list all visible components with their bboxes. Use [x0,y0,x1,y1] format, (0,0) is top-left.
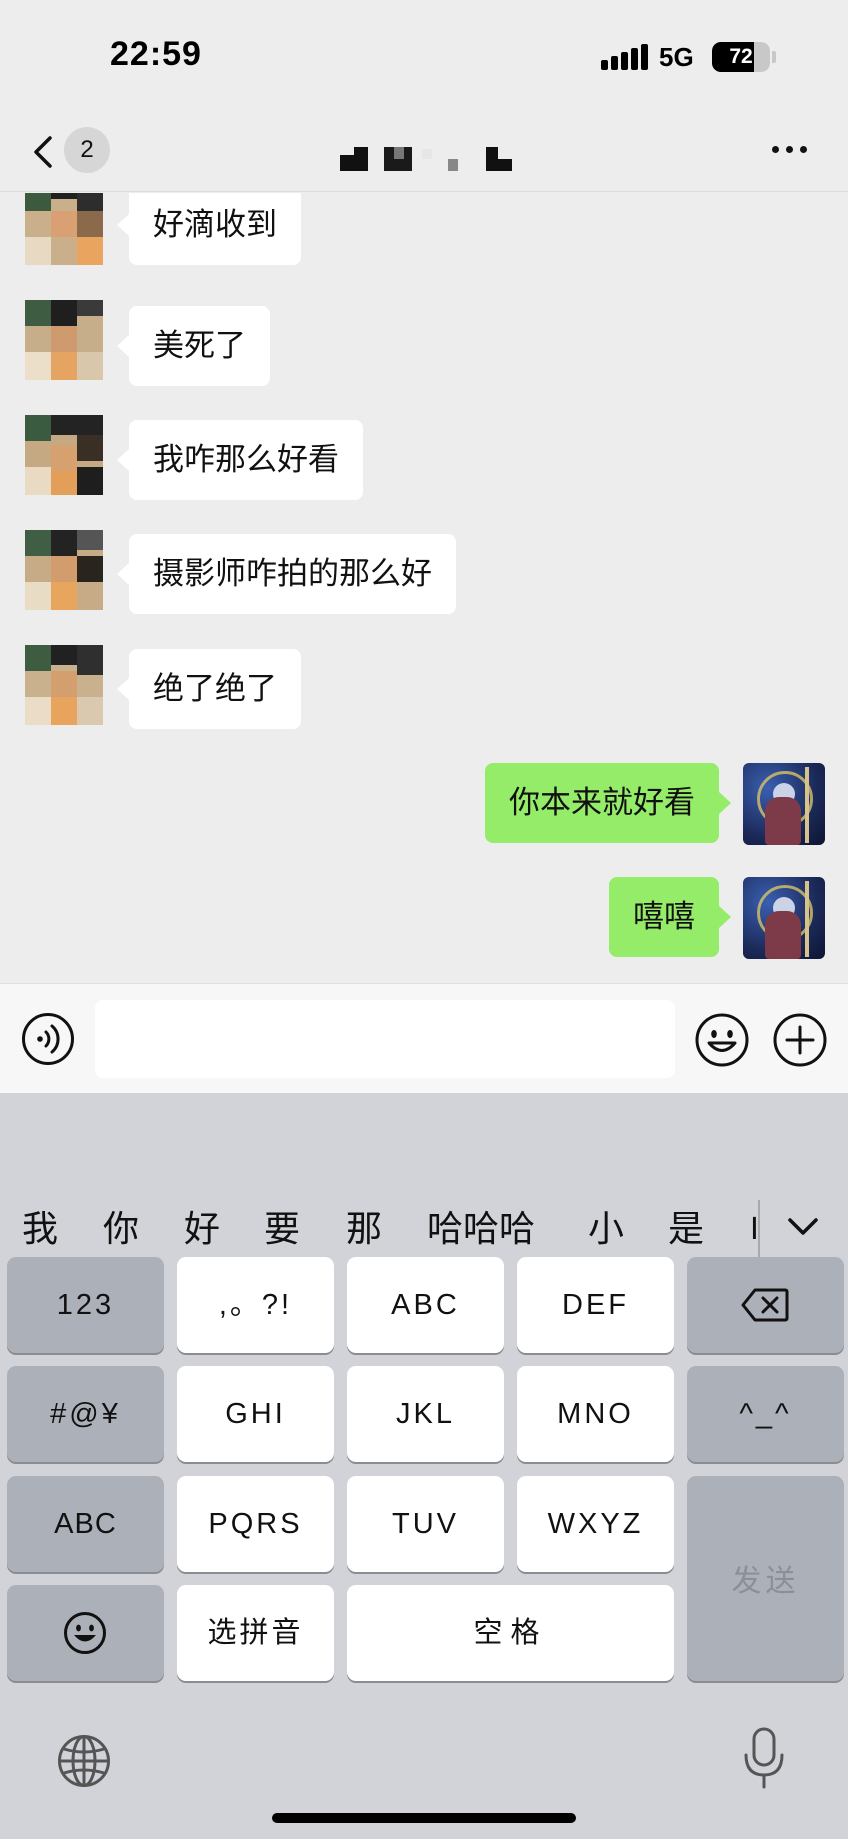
more-functions-plus-icon[interactable] [772,1012,828,1068]
key-mno-6[interactable]: MNO [517,1366,674,1462]
candidate-divider [758,1200,760,1264]
emoji-icon [64,1612,106,1654]
key-tuv-8[interactable]: TUV [347,1476,504,1572]
backspace-key[interactable] [687,1257,844,1353]
chat-header: 2 [0,110,848,192]
key-def-3[interactable]: DEF [517,1257,674,1353]
contact-avatar[interactable] [25,193,103,265]
self-avatar[interactable] [743,877,825,959]
status-bar: 22:59 5G 72 [0,0,848,110]
key-symbols[interactable]: #@¥ [7,1366,164,1462]
message-bubble[interactable]: 嘻嘻 [609,877,731,957]
contact-avatar[interactable] [25,300,103,380]
chat-title-redacted [340,145,515,173]
message-list[interactable]: 好滴收到 美死了 我咋那么好看 摄影师咋拍的那么好 绝了绝了 你本来就好看 嘻嘻 [0,193,848,983]
globe-icon[interactable] [56,1733,112,1789]
contact-avatar[interactable] [25,645,103,725]
message-bubble[interactable]: 美死了 [117,306,270,386]
voice-input-icon[interactable] [21,1012,75,1066]
unread-count-badge[interactable]: 2 [64,127,110,173]
microphone-icon[interactable] [742,1727,786,1791]
message-input-bar [0,983,848,1093]
back-chevron-icon[interactable] [30,134,60,170]
space-key[interactable]: 空格 [347,1585,674,1681]
key-kaomoji[interactable]: ^_^ [687,1366,844,1462]
key-ghi-4[interactable]: GHI [177,1366,334,1462]
emoji-key[interactable] [7,1585,164,1681]
send-key[interactable]: 发送 [687,1476,844,1681]
chevron-down-icon[interactable] [786,1214,820,1240]
key-select-pinyin[interactable]: 选拼音 [177,1585,334,1681]
home-indicator[interactable] [272,1813,576,1823]
pinyin-keyboard: 我 你 好 要 那 哈哈哈 小 是 I 123 ,。?! ABC DEF #@¥… [0,1093,848,1839]
signal-icon [601,44,648,70]
network-type: 5G [659,42,694,72]
contact-avatar[interactable] [25,530,103,610]
battery-icon: 72 [712,42,770,72]
key-abc-2[interactable]: ABC [347,1257,504,1353]
key-jkl-5[interactable]: JKL [347,1366,504,1462]
key-wxyz-9[interactable]: WXYZ [517,1476,674,1572]
self-avatar[interactable] [743,763,825,845]
battery-tip [772,51,776,63]
status-time: 22:59 [110,35,202,73]
key-punctuation[interactable]: ,。?! [177,1257,334,1353]
contact-avatar[interactable] [25,415,103,495]
battery-percent: 72 [729,45,753,68]
emoji-icon[interactable] [694,1012,750,1068]
message-bubble[interactable]: 绝了绝了 [117,649,301,729]
key-abc-switch[interactable]: ABC [7,1476,164,1572]
key-123[interactable]: 123 [7,1257,164,1353]
message-input[interactable] [95,1000,675,1078]
message-bubble[interactable]: 摄影师咋拍的那么好 [117,534,456,614]
backspace-icon [741,1288,789,1322]
key-pqrs-7[interactable]: PQRS [177,1476,334,1572]
message-bubble[interactable]: 你本来就好看 [485,763,731,843]
more-options-icon[interactable] [772,146,812,156]
message-bubble[interactable]: 好滴收到 [117,193,301,265]
message-bubble[interactable]: 我咋那么好看 [117,420,363,500]
